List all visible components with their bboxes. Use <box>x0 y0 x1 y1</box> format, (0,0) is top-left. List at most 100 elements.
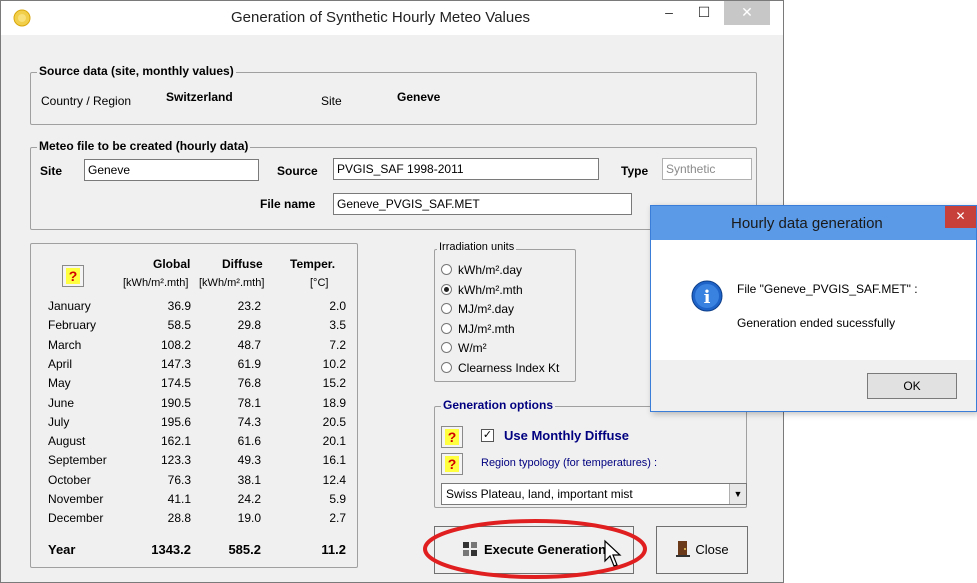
irradiation-units-label: Irradiation units <box>437 241 517 253</box>
ok-button[interactable]: OK <box>867 373 957 399</box>
table-month-cell: December <box>48 511 104 525</box>
title-bar: Generation of Synthetic Hourly Meteo Val… <box>1 1 783 35</box>
generation-options-label: Generation options <box>441 398 556 412</box>
maximize-button[interactable]: ☐ <box>691 1 717 25</box>
close-button[interactable]: Close <box>656 526 748 574</box>
table-month-cell: March <box>48 338 82 352</box>
source-input[interactable]: PVGIS_SAF 1998-2011 <box>333 158 599 180</box>
table-month-cell: November <box>48 492 104 506</box>
dialog-message-line2: Generation ended sucessfully <box>737 316 896 330</box>
radio-button[interactable] <box>441 303 452 314</box>
table-month-cell: February <box>48 318 97 332</box>
irradiation-unit-label: MJ/m².day <box>458 302 515 316</box>
door-icon <box>676 541 691 557</box>
hourly-data-dialog: Hourly data generation ✕ i File "Geneve_… <box>650 205 977 412</box>
table-month-cell: April <box>48 357 73 371</box>
table-diffuse-cell: 49.3 <box>237 453 261 467</box>
radio-button[interactable] <box>441 264 452 275</box>
mouse-cursor-icon <box>604 539 622 567</box>
region-typology-select[interactable]: Swiss Plateau, land, important mist ▼ <box>441 483 747 505</box>
irradiation-unit-option[interactable]: MJ/m².day <box>441 302 514 320</box>
year-global: 1343.2 <box>151 542 191 557</box>
help-icon: ? <box>445 429 459 445</box>
country-value: Switzerland <box>166 90 233 104</box>
header-temper-unit: [°C] <box>310 277 329 289</box>
table-temp-cell: 2.7 <box>329 511 346 525</box>
table-diffuse-cell: 48.7 <box>237 338 261 352</box>
table-diffuse-cell: 38.1 <box>237 473 261 487</box>
table-temp-cell: 20.1 <box>322 434 346 448</box>
table-global-cell: 195.6 <box>160 415 191 429</box>
close-button-label: Close <box>695 542 729 557</box>
table-global-cell: 41.1 <box>167 492 191 506</box>
site-label-source: Site <box>321 94 342 108</box>
table-global-cell: 108.2 <box>160 338 191 352</box>
irradiation-unit-option[interactable]: MJ/m².mth <box>441 322 515 340</box>
table-temp-cell: 3.5 <box>329 318 346 332</box>
diffuse-help-button[interactable]: ? <box>441 426 463 448</box>
region-typology-value: Swiss Plateau, land, important mist <box>446 487 633 501</box>
irradiation-unit-option[interactable]: kWh/m².mth <box>441 283 523 301</box>
site-input[interactable]: Geneve <box>84 159 259 181</box>
site-value-source: Geneve <box>397 90 441 104</box>
table-month-cell: June <box>48 396 75 410</box>
table-temp-cell: 7.2 <box>329 338 346 352</box>
sun-icon <box>13 9 31 27</box>
table-diffuse-cell: 29.8 <box>237 318 261 332</box>
type-input: Synthetic <box>662 158 752 180</box>
irradiation-unit-label: kWh/m².day <box>458 263 523 277</box>
table-temp-cell: 15.2 <box>322 376 346 390</box>
close-window-button[interactable]: ✕ <box>724 1 770 25</box>
table-diffuse-cell: 19.0 <box>237 511 261 525</box>
dialog-message-line1: File "Geneve_PVGIS_SAF.MET" : <box>737 282 918 296</box>
filename-field-label: File name <box>260 197 316 211</box>
dialog-body: i File "Geneve_PVGIS_SAF.MET" : Generati… <box>651 240 976 360</box>
table-diffuse-cell: 76.8 <box>237 376 261 390</box>
irradiation-unit-label: Clearness Index Kt <box>458 361 560 375</box>
table-month-cell: September <box>48 453 107 467</box>
irradiation-unit-label: W/m² <box>458 341 487 355</box>
table-diffuse-cell: 74.3 <box>237 415 261 429</box>
table-temp-cell: 16.1 <box>322 453 346 467</box>
radio-button[interactable] <box>441 323 452 334</box>
minimize-button[interactable]: – <box>656 1 682 25</box>
radio-button[interactable] <box>441 342 452 353</box>
table-temp-cell: 10.2 <box>322 357 346 371</box>
table-temp-cell: 18.9 <box>322 396 346 410</box>
filename-input[interactable]: Geneve_PVGIS_SAF.MET <box>333 193 632 215</box>
table-temp-cell: 2.0 <box>329 299 346 313</box>
table-help-button[interactable]: ? <box>62 265 84 287</box>
dialog-close-button[interactable]: ✕ <box>945 206 976 228</box>
dialog-title-bar: Hourly data generation ✕ <box>651 206 976 240</box>
header-temper: Temper. <box>290 257 336 271</box>
table-global-cell: 162.1 <box>160 434 191 448</box>
region-help-button[interactable]: ? <box>441 453 463 475</box>
table-temp-cell: 20.5 <box>322 415 346 429</box>
type-field-label: Type <box>621 164 649 178</box>
table-global-cell: 190.5 <box>160 396 191 410</box>
table-global-cell: 174.5 <box>160 376 191 390</box>
table-global-cell: 147.3 <box>160 357 191 371</box>
use-monthly-diffuse-checkbox[interactable]: ✓ <box>481 429 494 442</box>
svg-text:i: i <box>704 287 711 308</box>
irradiation-unit-option[interactable]: kWh/m².day <box>441 263 522 281</box>
source-data-group: Source data (site, monthly values) <box>30 64 757 125</box>
meteo-file-group-label: Meteo file to be created (hourly data) <box>37 139 251 153</box>
country-label: Country / Region <box>41 94 132 108</box>
table-month-cell: October <box>48 473 91 487</box>
header-global: Global <box>153 257 191 271</box>
radio-button[interactable] <box>441 362 452 373</box>
table-diffuse-cell: 78.1 <box>237 396 261 410</box>
irradiation-unit-option[interactable]: Clearness Index Kt <box>441 361 559 379</box>
use-monthly-diffuse-label: Use Monthly Diffuse <box>504 428 629 443</box>
source-field-label: Source <box>277 164 318 178</box>
radio-button[interactable] <box>441 284 452 295</box>
table-diffuse-cell: 23.2 <box>237 299 261 313</box>
help-icon: ? <box>66 268 80 284</box>
table-global-cell: 123.3 <box>160 453 191 467</box>
table-month-cell: August <box>48 434 86 448</box>
chevron-down-icon[interactable]: ▼ <box>729 484 746 504</box>
table-temp-cell: 5.9 <box>329 492 346 506</box>
irradiation-unit-option[interactable]: W/m² <box>441 341 487 359</box>
region-typology-label: Region typology (for temperatures) : <box>481 457 658 469</box>
